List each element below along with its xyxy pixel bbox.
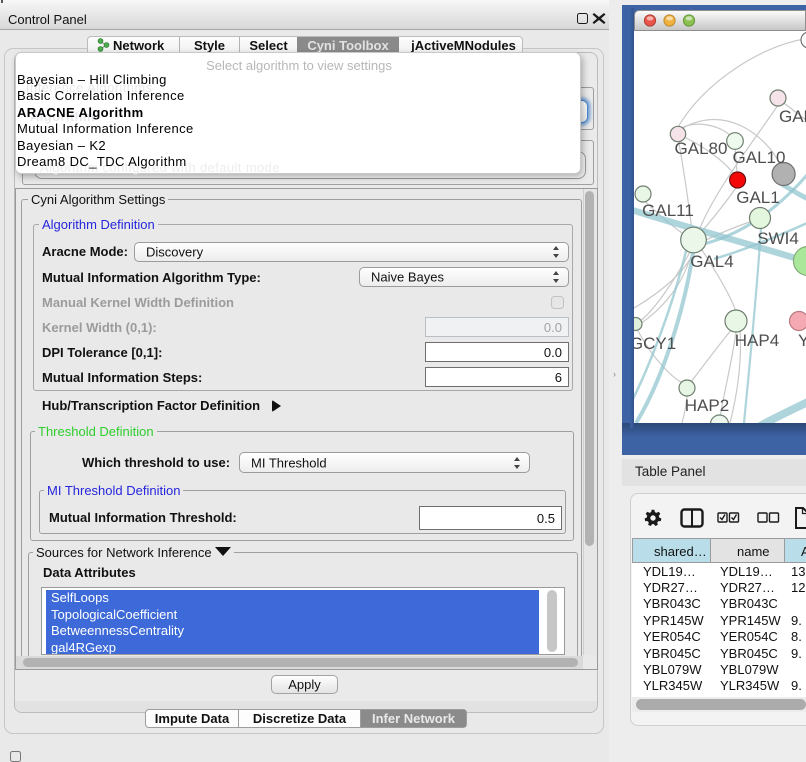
svg-text:GAL10: GAL10 — [733, 148, 786, 167]
svg-text:GAL80: GAL80 — [675, 139, 728, 158]
svg-text:HAP2: HAP2 — [685, 396, 729, 415]
svg-text:GAL: GAL — [779, 107, 806, 126]
svg-text:GCY1: GCY1 — [634, 334, 676, 353]
svg-text:YJ: YJ — [798, 331, 806, 350]
svg-text:GAL1: GAL1 — [736, 188, 779, 207]
svg-text:SWI4: SWI4 — [757, 229, 799, 248]
svg-text:HAP4: HAP4 — [735, 331, 779, 350]
svg-text:GAL4: GAL4 — [690, 252, 733, 271]
svg-text:GAL11: GAL11 — [642, 201, 694, 220]
